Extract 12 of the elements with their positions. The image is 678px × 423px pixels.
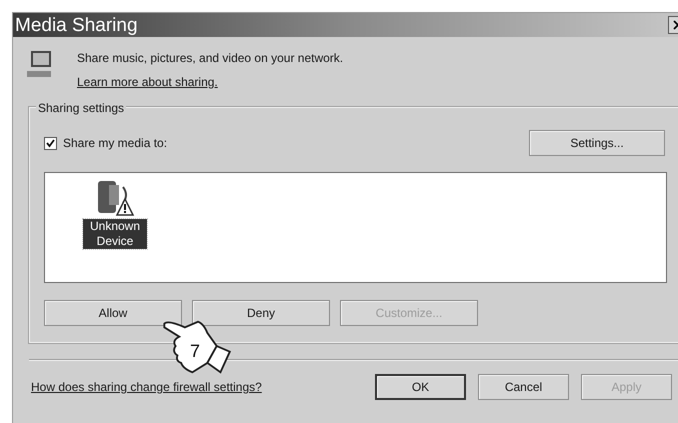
dialog-button[interactable]: Deny — [192, 300, 330, 326]
dialog-button[interactable]: Settings... — [529, 130, 665, 156]
checkbox-label: Share my media to: — [63, 135, 168, 152]
window-title: Media Sharing — [15, 16, 138, 34]
description-text: Share music, pictures, and video on your network. — [77, 50, 344, 67]
step-number: 7 — [190, 342, 200, 360]
learn-more-link[interactable]: Learn more about sharing. — [77, 73, 218, 91]
firewall-link[interactable]: How does sharing change firewall settings? — [31, 378, 262, 396]
dialog-button[interactable]: Cancel — [478, 374, 569, 400]
device-label[interactable]: Unknown Device — [83, 219, 147, 249]
dialog-button[interactable]: Allow — [44, 300, 182, 326]
default-button[interactable]: OK — [375, 374, 466, 400]
